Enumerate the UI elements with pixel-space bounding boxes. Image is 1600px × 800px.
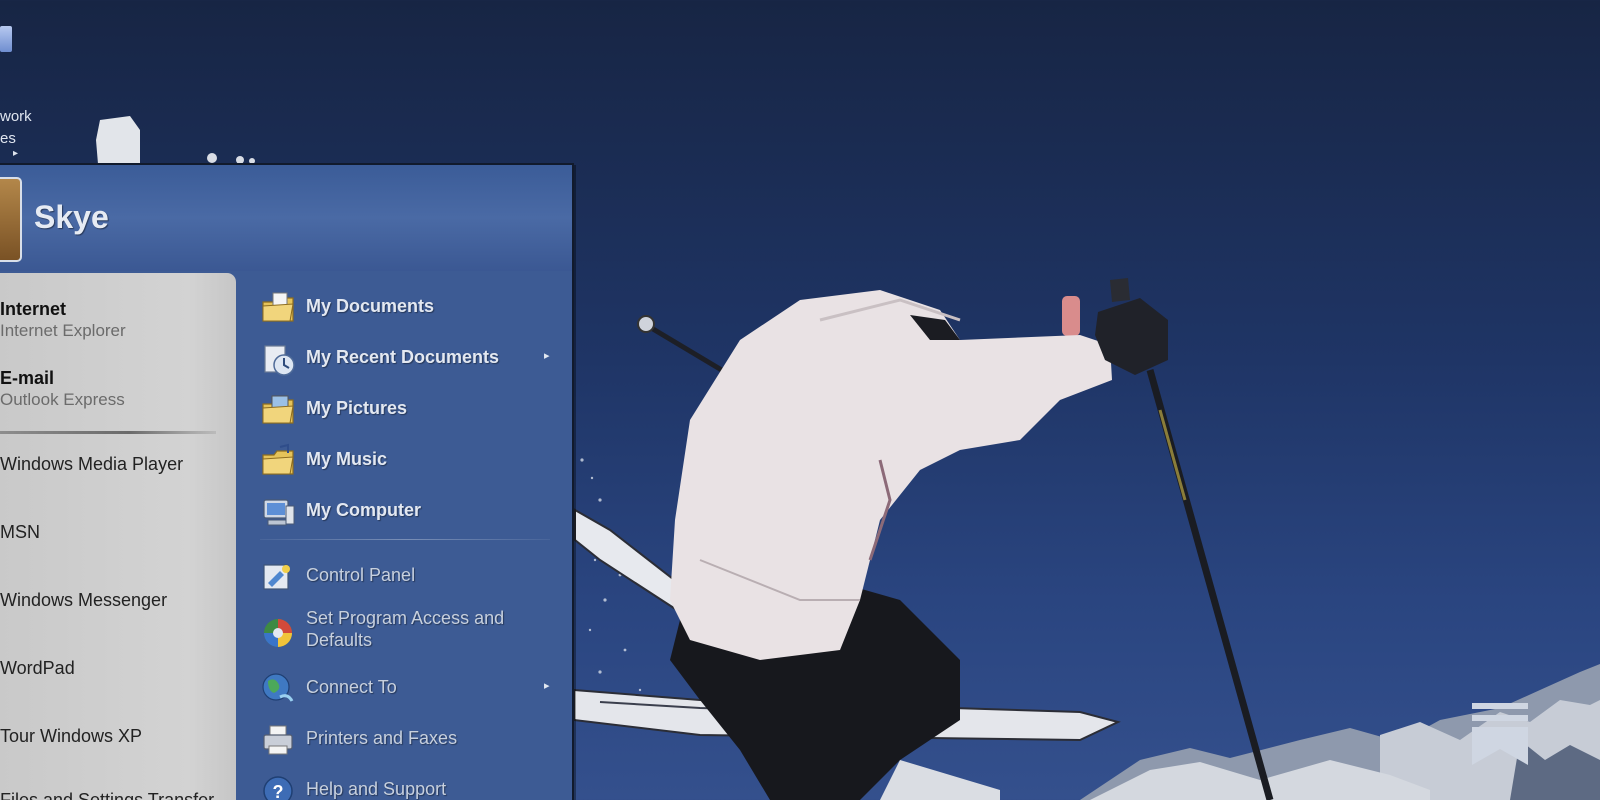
program-item-wordpad[interactable]: WordPad	[0, 653, 236, 683]
pinned-item-subtitle: Outlook Express	[0, 390, 125, 409]
pinned-item-internet[interactable]: Internet Internet Explorer	[0, 299, 236, 355]
place-item-label: My Documents	[306, 296, 435, 316]
start-menu-programs-panel: Internet Internet Explorer E-mail Outloo…	[0, 273, 236, 800]
user-name: Skye	[34, 199, 109, 235]
place-item-label: Control Panel	[306, 565, 416, 585]
start-menu-places-panel: My Documents My Recent Documents ▸ My Pi…	[236, 273, 572, 800]
place-item-label: Set Program Access and Defaults	[306, 608, 505, 650]
pinned-item-title: E-mail	[0, 368, 55, 388]
submenu-arrow-icon: ▸	[544, 350, 550, 362]
recent-documents-icon	[264, 345, 295, 376]
place-item-my-pictures[interactable]: My Pictures	[236, 388, 556, 432]
system-item-control-panel[interactable]: Control Panel	[236, 555, 556, 599]
program-access-icon	[264, 619, 292, 647]
places-separator	[260, 539, 550, 540]
system-item-set-program-access[interactable]: Set Program Access and Defaults	[236, 605, 556, 661]
program-item-files-settings-transfer[interactable]: Files and Settings Transfer...	[0, 785, 236, 800]
my-pictures-icon	[262, 395, 294, 424]
place-item-label: My Music	[306, 449, 388, 469]
place-item-label: My Recent Documents	[306, 347, 500, 367]
system-item-connect-to[interactable]: Connect To ▸	[236, 667, 556, 711]
my-computer-icon	[263, 499, 295, 526]
place-item-label: My Pictures	[306, 398, 408, 418]
connect-to-icon	[262, 673, 294, 702]
place-item-my-music[interactable]: My Music	[236, 439, 556, 483]
ski-pole-left	[637, 315, 737, 381]
place-item-label: My Computer	[306, 500, 422, 520]
place-item-my-recent-documents[interactable]: My Recent Documents ▸	[236, 337, 556, 381]
svg-text:?: ?	[273, 782, 284, 800]
pinned-separator	[0, 431, 216, 434]
place-item-label: Printers and Faxes	[306, 728, 458, 748]
network-places-icon	[0, 26, 12, 52]
program-item-windows-media-player[interactable]: Windows Media Player	[0, 449, 236, 479]
bookmark-logo-icon	[1472, 703, 1528, 765]
program-item-windows-messenger[interactable]: Windows Messenger	[0, 585, 236, 615]
printers-faxes-icon	[263, 725, 293, 755]
control-panel-icon	[263, 564, 290, 590]
system-item-printers-faxes[interactable]: Printers and Faxes	[236, 718, 556, 762]
program-item-msn[interactable]: MSN	[0, 517, 236, 547]
my-music-icon	[262, 443, 294, 475]
start-menu-user-header: Skye	[0, 165, 572, 271]
place-item-label: Connect To	[306, 677, 397, 697]
pinned-item-title: Internet	[0, 299, 67, 319]
place-item-my-documents[interactable]: My Documents	[236, 286, 556, 330]
system-item-help-support[interactable]: ? Help and Support	[236, 769, 556, 800]
start-menu: Skye Internet Internet Explorer E-mail O…	[0, 163, 574, 800]
pinned-item-email[interactable]: E-mail Outlook Express	[0, 368, 236, 424]
help-support-icon: ?	[263, 776, 293, 800]
user-avatar[interactable]	[0, 177, 22, 262]
snow-chunks	[96, 116, 255, 164]
my-documents-icon	[262, 292, 294, 322]
pinned-item-subtitle: Internet Explorer	[0, 321, 126, 340]
program-item-tour-windows-xp[interactable]: Tour Windows XP	[0, 721, 236, 751]
place-item-label: Help and Support	[306, 779, 447, 799]
submenu-arrow-icon: ▸	[544, 680, 550, 692]
place-item-my-computer[interactable]: My Computer	[236, 490, 556, 534]
